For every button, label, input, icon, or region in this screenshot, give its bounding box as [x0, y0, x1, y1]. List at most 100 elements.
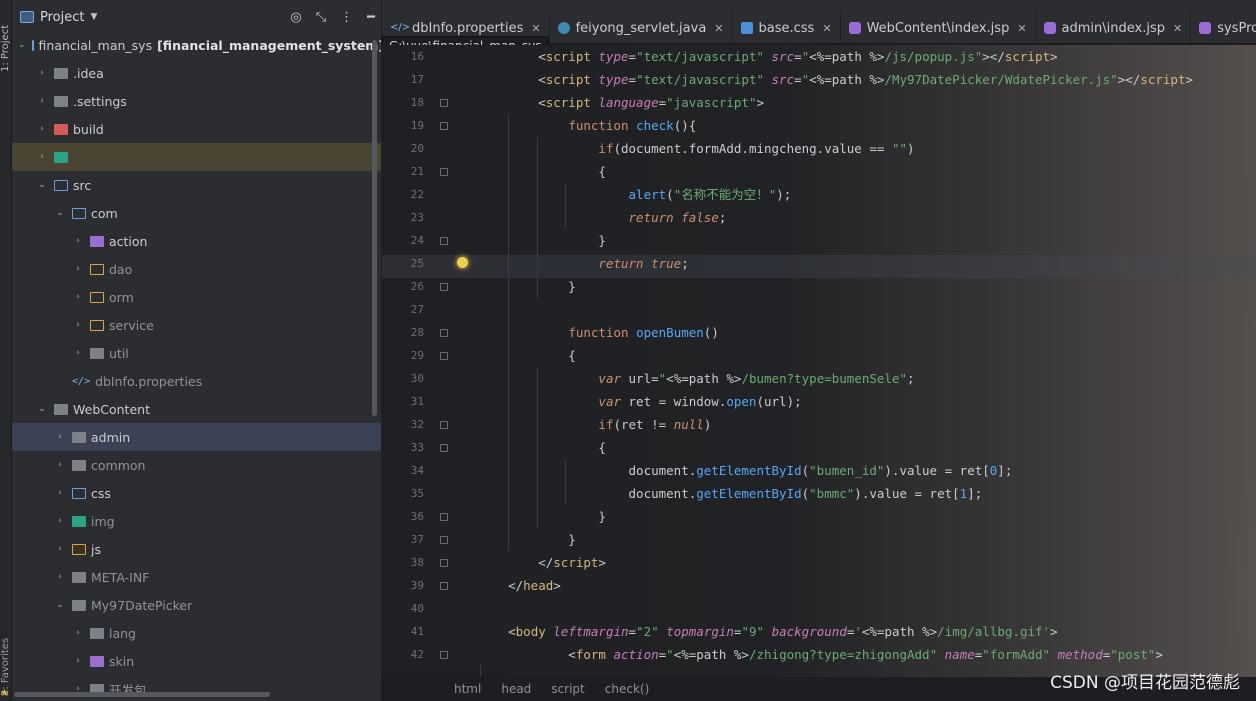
- chevron-right-icon[interactable]: ›: [72, 264, 84, 274]
- line-number: 36: [410, 510, 424, 523]
- tree-item[interactable]: ⌄ My97DatePicker: [12, 591, 381, 619]
- project-tool-tab[interactable]: 1: Project: [0, 4, 12, 72]
- css-file-icon: [740, 22, 753, 34]
- chevron-right-icon[interactable]: ›: [72, 292, 84, 302]
- editor-tab[interactable]: sysPro.jsp✕: [1191, 12, 1256, 43]
- breadcrumb-item[interactable]: check(): [605, 682, 650, 696]
- tree-item[interactable]: ⌄ src: [12, 171, 381, 199]
- breadcrumb-item[interactable]: script: [551, 682, 584, 696]
- chevron-right-icon[interactable]: ›: [54, 572, 66, 582]
- horizontal-scrollbar[interactable]: [14, 692, 270, 697]
- chevron-right-icon[interactable]: ›: [72, 348, 84, 358]
- chevron-right-icon[interactable]: ›: [54, 544, 66, 554]
- chevron-right-icon[interactable]: ›: [72, 320, 84, 330]
- tree-item[interactable]: › 开发包: [12, 675, 381, 701]
- chevron-right-icon[interactable]: ›: [54, 488, 66, 498]
- chevron-right-icon[interactable]: ›: [36, 68, 48, 78]
- fold-marker-icon[interactable]: [440, 559, 448, 567]
- fold-marker-icon[interactable]: [440, 237, 448, 245]
- fold-marker-icon[interactable]: [440, 421, 448, 429]
- tree-item[interactable]: </> dbInfo.properties: [12, 367, 381, 395]
- editor-tab[interactable]: admin\index.jsp ✕: [1036, 12, 1192, 43]
- fold-marker-icon[interactable]: [440, 536, 448, 544]
- fold-marker-icon[interactable]: [440, 651, 448, 659]
- chevron-right-icon[interactable]: ›: [36, 96, 48, 106]
- fold-marker-icon[interactable]: [440, 582, 448, 590]
- lightbulb-icon[interactable]: [457, 257, 468, 268]
- line-number: 16: [410, 50, 424, 63]
- line-number: 22: [410, 188, 424, 201]
- chevron-right-icon[interactable]: ›: [36, 124, 48, 134]
- tree-item-label: service: [109, 317, 154, 333]
- fold-marker-icon[interactable]: [440, 329, 448, 337]
- tree-item[interactable]: › .settings: [12, 87, 381, 115]
- breadcrumb-item[interactable]: html: [454, 682, 481, 696]
- chevron-right-icon[interactable]: ›: [54, 516, 66, 526]
- tree-item[interactable]: › .idea: [12, 59, 381, 87]
- favorites-tool-tab[interactable]: 2: Favorites: [0, 616, 12, 696]
- chevron-right-icon[interactable]: ›: [54, 432, 66, 442]
- tree-item[interactable]: ›: [12, 143, 381, 171]
- fold-marker-icon[interactable]: [440, 444, 448, 452]
- editor-tab[interactable]: feiyong_servlet.java ✕: [550, 12, 733, 43]
- code-line: return true;: [598, 256, 689, 271]
- project-panel-title[interactable]: Project: [40, 10, 84, 25]
- code-line: if(ret != null): [598, 417, 712, 432]
- vertical-scrollbar[interactable]: [372, 40, 377, 416]
- fold-marker-icon[interactable]: [440, 122, 448, 130]
- line-number-gutter: 16 17 18 19 20 21 22 23 24 25 26 27 28 29 30 31 32 33 34 35…: [382, 45, 430, 666]
- tree-item[interactable]: › service: [12, 311, 381, 339]
- tree-item[interactable]: ⌄ WebContent: [12, 395, 381, 423]
- chevron-right-icon[interactable]: ›: [54, 460, 66, 470]
- jsp-file-icon: [1043, 22, 1056, 34]
- tree-item[interactable]: › common: [12, 451, 381, 479]
- tree-item[interactable]: › img: [12, 507, 381, 535]
- locate-icon[interactable]: ◎: [290, 10, 301, 25]
- tree-item[interactable]: ⌄ financial_man_sys [financial_management_…: [12, 31, 381, 59]
- close-icon[interactable]: ✕: [822, 22, 831, 35]
- close-icon[interactable]: ✕: [714, 22, 723, 35]
- tree-item[interactable]: › util: [12, 339, 381, 367]
- options-icon[interactable]: ⋮: [340, 10, 353, 25]
- code-editor[interactable]: 16 17 18 19 20 21 22 23 24 25 26 27 28 29 30 31 32 33 34 35…: [382, 45, 1256, 677]
- breadcrumb-item[interactable]: head: [501, 682, 531, 696]
- chevron-right-icon[interactable]: ›: [72, 628, 84, 638]
- tree-item[interactable]: › dao: [12, 255, 381, 283]
- collapse-all-icon[interactable]: ⤡: [316, 10, 326, 25]
- jsp-file-icon: [1199, 22, 1212, 34]
- tree-item[interactable]: › css: [12, 479, 381, 507]
- chevron-down-icon[interactable]: ▼: [90, 12, 97, 22]
- tree-item-label: skin: [109, 653, 135, 669]
- close-icon[interactable]: ✕: [1173, 22, 1182, 35]
- chevron-down-icon[interactable]: ⌄: [36, 404, 48, 414]
- tree-item[interactable]: › action: [12, 227, 381, 255]
- tree-item[interactable]: › js: [12, 535, 381, 563]
- chevron-down-icon[interactable]: ⌄: [36, 180, 48, 190]
- chevron-down-icon[interactable]: ⌄: [18, 40, 26, 50]
- close-icon[interactable]: ✕: [1017, 22, 1026, 35]
- chevron-right-icon[interactable]: ›: [36, 152, 48, 162]
- fold-marker-icon[interactable]: [440, 352, 448, 360]
- tree-item[interactable]: › skin: [12, 647, 381, 675]
- tree-item-label: common: [91, 457, 146, 473]
- tree-item[interactable]: › META-INF: [12, 563, 381, 591]
- code-line: </head>: [478, 578, 561, 593]
- chevron-down-icon[interactable]: ⌄: [54, 600, 66, 610]
- chevron-right-icon[interactable]: ›: [72, 656, 84, 666]
- fold-marker-icon[interactable]: [440, 168, 448, 176]
- fold-marker-icon[interactable]: [440, 513, 448, 521]
- editor-tab[interactable]: WebContent\index.jsp ✕: [841, 12, 1036, 43]
- tree-item[interactable]: ⌄ com: [12, 199, 381, 227]
- close-icon[interactable]: ✕: [531, 22, 540, 35]
- tree-item[interactable]: › orm: [12, 283, 381, 311]
- chevron-down-icon[interactable]: ⌄: [54, 208, 66, 218]
- hide-panel-icon[interactable]: ━: [367, 10, 375, 25]
- properties-file-icon: </>: [72, 375, 91, 387]
- editor-tab[interactable]: base.css ✕: [733, 12, 841, 43]
- tree-item[interactable]: › lang: [12, 619, 381, 647]
- chevron-right-icon[interactable]: ›: [72, 236, 84, 246]
- fold-marker-icon[interactable]: [440, 99, 448, 107]
- tree-item[interactable]: › admin: [12, 423, 381, 451]
- tree-item[interactable]: › build: [12, 115, 381, 143]
- fold-marker-icon[interactable]: [440, 283, 448, 291]
